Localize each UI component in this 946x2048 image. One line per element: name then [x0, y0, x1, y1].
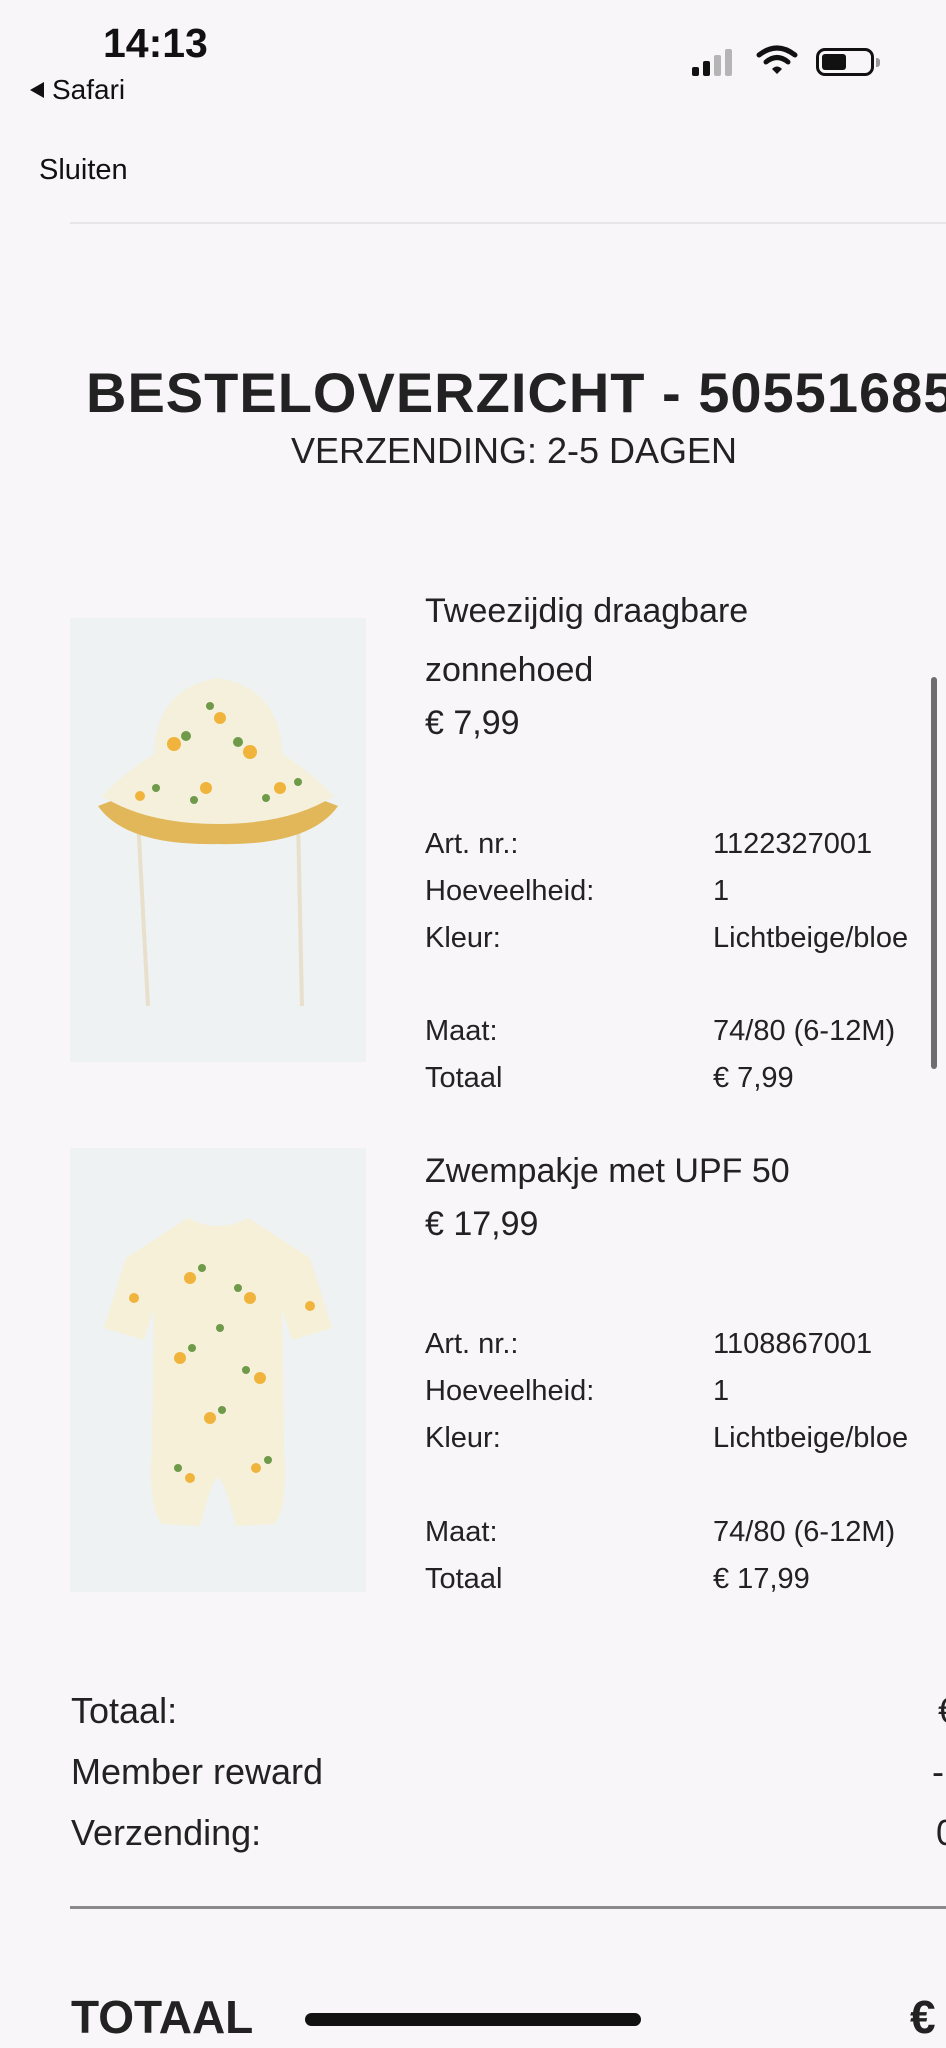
detail-label: Totaal [425, 1563, 503, 1595]
summary-subtotal-label: Totaal: [71, 1690, 178, 1731]
product-image-sun-hat[interactable] [70, 618, 366, 1062]
detail-value: 1 [713, 1375, 730, 1407]
detail-value: 74/80 (6-12M) [713, 1516, 896, 1548]
detail-label: Hoeveelheid: [425, 1375, 595, 1407]
detail-label: Art. nr.: [425, 1328, 519, 1360]
detail-label: Kleur: [425, 922, 501, 954]
summary-reward-value: - [932, 1751, 944, 1792]
detail-value: Lichtbeige/bloe [713, 1422, 909, 1454]
detail-label: Maat: [425, 1516, 498, 1548]
sun-hat-image [70, 618, 366, 1062]
summary-shipping-label: Verzending: [71, 1812, 262, 1853]
back-to-safari-link[interactable]: Safari [30, 74, 125, 106]
battery-icon [816, 48, 880, 76]
grand-total-label: TOTAAL [71, 1991, 254, 2043]
summary-subtotal-value: € [938, 1690, 946, 1732]
detail-label: Hoeveelheid: [425, 875, 595, 907]
summary-divider [70, 1906, 946, 1909]
swimsuit-image [70, 1148, 366, 1592]
detail-label: Art. nr.: [425, 828, 519, 860]
detail-value: 1 [713, 875, 730, 907]
detail-value: € 7,99 [713, 1062, 794, 1094]
product-name[interactable]: Zwempakje met UPF 50 [425, 1142, 845, 1201]
summary-reward-label: Member reward [71, 1751, 324, 1792]
detail-label: Kleur: [425, 1422, 501, 1454]
header-divider [70, 222, 946, 224]
detail-label: Maat: [425, 1015, 498, 1047]
grand-total-value: € [910, 1991, 936, 2043]
scrollbar[interactable] [931, 677, 937, 1069]
detail-value: 1122327001 [713, 828, 873, 860]
back-app-label: Safari [52, 74, 126, 105]
product-image-swimsuit[interactable] [70, 1148, 366, 1592]
detail-value: Lichtbeige/bloe [713, 922, 909, 954]
shipping-info: VERZENDING: 2-5 DAGEN [290, 430, 738, 471]
back-triangle-icon [30, 82, 44, 98]
detail-value: € 17,99 [713, 1563, 810, 1595]
close-button[interactable]: Sluiten [39, 154, 128, 187]
detail-value: 74/80 (6-12M) [713, 1015, 896, 1047]
product-name[interactable]: Tweezijdig draagbare zonnehoed [425, 582, 845, 700]
wifi-icon [756, 45, 798, 74]
home-indicator[interactable] [305, 2013, 641, 2026]
order-title: BESTELOVERZICHT - 50551685 [86, 361, 946, 424]
detail-value: 1108867001 [713, 1328, 873, 1360]
cellular-signal-icon [692, 46, 732, 76]
detail-label: Totaal [425, 1062, 503, 1094]
product-price: € 7,99 [425, 704, 520, 742]
summary-shipping-value: 0 [936, 1812, 946, 1854]
product-price: € 17,99 [425, 1205, 539, 1243]
status-time: 14:13 [103, 20, 208, 66]
